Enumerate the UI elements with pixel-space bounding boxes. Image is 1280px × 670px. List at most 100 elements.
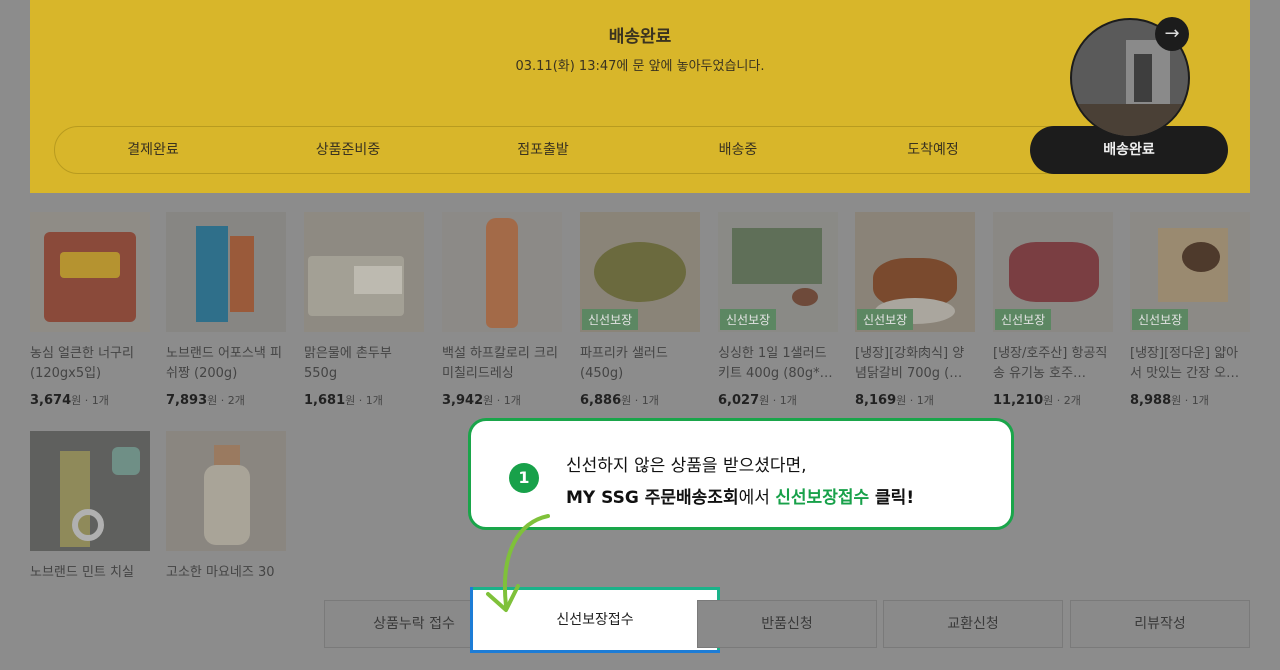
salad-kit-image — [732, 228, 822, 284]
product-name: 농심 얼큰한 너구리 (120gx5입) — [30, 346, 134, 381]
price-value: 6,886 — [580, 393, 622, 408]
price-value: 3,942 — [442, 393, 484, 408]
product-name: 백설 하프칼로리 크리미칠리드레싱 — [442, 346, 558, 381]
product-name: 노브랜드 어포스낵 피쉬짱 (200g) — [166, 346, 282, 381]
photo-floor — [1072, 104, 1188, 136]
product-item[interactable]: 백설 하프칼로리 크리미칠리드레싱 3,942원 · 1개 — [442, 212, 562, 408]
bottle-cap-image — [214, 445, 240, 467]
product-name: [냉장][정다운] 얇아서 맛있는 간장 오… — [1130, 346, 1240, 381]
price-unit: 원 — [896, 394, 907, 407]
product-item[interactable]: 노브랜드 어포스낵 피쉬짱 (200g) 7,893원 · 2개 — [166, 212, 286, 408]
step-preparing: 상품준비중 — [315, 142, 381, 158]
product-thumbnail — [30, 212, 150, 332]
price-unit: 원 — [71, 394, 82, 407]
product-qty: 2개 — [227, 394, 245, 407]
product-price: 3,674원 · 1개 — [30, 393, 109, 408]
step-number-badge: 1 — [509, 463, 539, 493]
product-qty: 1개 — [91, 394, 109, 407]
write-review-button[interactable]: 리뷰작성 — [1070, 600, 1250, 648]
product-item[interactable]: 농심 얼큰한 너구리 (120gx5입) 3,674원 · 1개 — [30, 212, 150, 408]
product-item[interactable]: 신선보장 싱싱한 1일 1샐러드 키트 400g (80g*… 6,027원 ·… — [718, 212, 838, 408]
step-store-departure: 점포출발 — [517, 142, 569, 158]
sauce-cup-image — [792, 288, 818, 306]
product-name: 고소한 마요네즈 30 — [166, 565, 275, 580]
price-unit: 원 — [345, 394, 356, 407]
product-thumbnail: 신선보장 — [580, 212, 700, 332]
tooltip-action: 클릭! — [869, 488, 915, 508]
product-thumbnail: 신선보장 — [718, 212, 838, 332]
product-name: [냉장/호주산] 항공직송 유기농 호주… — [993, 346, 1108, 381]
price-unit: 원 — [1043, 394, 1054, 407]
tooltip-connector: 에서 — [738, 488, 776, 508]
product-name: [냉장][강화肉식] 양념닭갈비 700g (… — [855, 346, 965, 381]
price-unit: 원 — [483, 394, 494, 407]
step-shipping: 배송중 — [718, 142, 758, 158]
delivery-progress-steps: 결제완료 상품준비중 점포출발 배송중 도착예정 배송완료 — [54, 126, 1228, 174]
product-item[interactable]: 신선보장 파프리카 샐러드 (450g) 6,886원 · 1개 — [580, 212, 700, 408]
tofu-image — [354, 266, 402, 294]
product-qty: 2개 — [1063, 394, 1081, 407]
product-item[interactable]: 신선보장 [냉장][강화肉식] 양념닭갈비 700g (… 8,169원 · 1… — [855, 212, 975, 408]
product-qty: 1개 — [365, 394, 383, 407]
product-thumbnail — [304, 212, 424, 332]
price-value: 7,893 — [166, 393, 208, 408]
product-qty: 1개 — [1191, 394, 1209, 407]
pack-label-image — [60, 252, 120, 278]
price-value: 3,674 — [30, 393, 72, 408]
price-unit: 원 — [621, 394, 632, 407]
floss-roll-image — [72, 509, 104, 541]
product-item[interactable]: 맑은물에 촌두부 550g 1,681원 · 1개 — [304, 212, 424, 408]
product-price: 1,681원 · 1개 — [304, 393, 383, 408]
product-price: 3,942원 · 1개 — [442, 393, 521, 408]
product-thumbnail — [166, 431, 286, 551]
price-value: 8,169 — [855, 393, 897, 408]
step-payment-complete: 결제완료 — [127, 142, 179, 158]
product-thumbnail: 신선보장 — [1130, 212, 1250, 332]
price-value: 11,210 — [993, 393, 1044, 408]
price-value: 6,027 — [718, 393, 760, 408]
product-price: 6,027원 · 1개 — [718, 393, 797, 408]
freshness-badge: 신선보장 — [995, 309, 1052, 330]
product-price: 7,893원 · 2개 — [166, 393, 245, 408]
product-qty: 1개 — [503, 394, 521, 407]
photo-door — [1134, 54, 1152, 102]
product-name: 싱싱한 1일 1샐러드 키트 400g (80g*… — [718, 346, 833, 381]
product-item[interactable]: 신선보장 [냉장][정다운] 얇아서 맛있는 간장 오… 8,988원 · 1개 — [1130, 212, 1250, 408]
product-price: 8,169원 · 1개 — [855, 393, 934, 408]
freshness-badge: 신선보장 — [582, 309, 639, 330]
product-thumbnail — [166, 212, 286, 332]
freshness-badge: 신선보장 — [857, 309, 914, 330]
product-thumbnail — [30, 431, 150, 551]
product-item[interactable]: 고소한 마요네즈 30 — [166, 431, 286, 603]
dressing-bottle-image — [486, 218, 518, 328]
salad-bowl-image — [594, 242, 686, 302]
price-value: 8,988 — [1130, 393, 1172, 408]
product-name: 노브랜드 민트 치실 — [30, 565, 134, 580]
product-thumbnail — [442, 212, 562, 332]
product-name: 맑은물에 촌두부 550g — [304, 346, 392, 381]
product-qty: 1개 — [779, 394, 797, 407]
meat-image — [1009, 242, 1099, 302]
product-name: 파프리카 샐러드 (450g) — [580, 346, 668, 381]
product-price: 6,886원 · 1개 — [580, 393, 659, 408]
bulgogi-image — [1182, 242, 1220, 272]
fish-snack-image — [230, 236, 254, 312]
tooltip-line-2: MY SSG 주문배송조회에서 신선보장접수 클릭! — [566, 483, 914, 508]
product-price: 8,988원 · 1개 — [1130, 393, 1209, 408]
mayonnaise-bottle-image — [204, 465, 250, 545]
status-title: 배송완료 — [608, 27, 672, 47]
step-arrival-expected: 도착예정 — [907, 142, 959, 158]
arrow-right-icon[interactable]: → — [1155, 17, 1189, 51]
freshness-badge: 신선보장 — [720, 309, 777, 330]
return-request-button[interactable]: 반품신청 — [697, 600, 877, 648]
product-qty: 1개 — [916, 394, 934, 407]
price-unit: 원 — [759, 394, 770, 407]
product-price: 11,210원 · 2개 — [993, 393, 1081, 408]
freshness-badge: 신선보장 — [1132, 309, 1189, 330]
product-item[interactable]: 신선보장 [냉장/호주산] 항공직송 유기농 호주… 11,210원 · 2개 — [993, 212, 1113, 408]
exchange-request-button[interactable]: 교환신청 — [883, 600, 1063, 648]
snack-bag-image — [196, 226, 228, 322]
status-subtitle: 03.11(화) 13:47에 문 앞에 놓아두었습니다. — [515, 59, 765, 74]
product-thumbnail: 신선보장 — [855, 212, 975, 332]
product-item[interactable]: 노브랜드 민트 치실 — [30, 431, 150, 603]
